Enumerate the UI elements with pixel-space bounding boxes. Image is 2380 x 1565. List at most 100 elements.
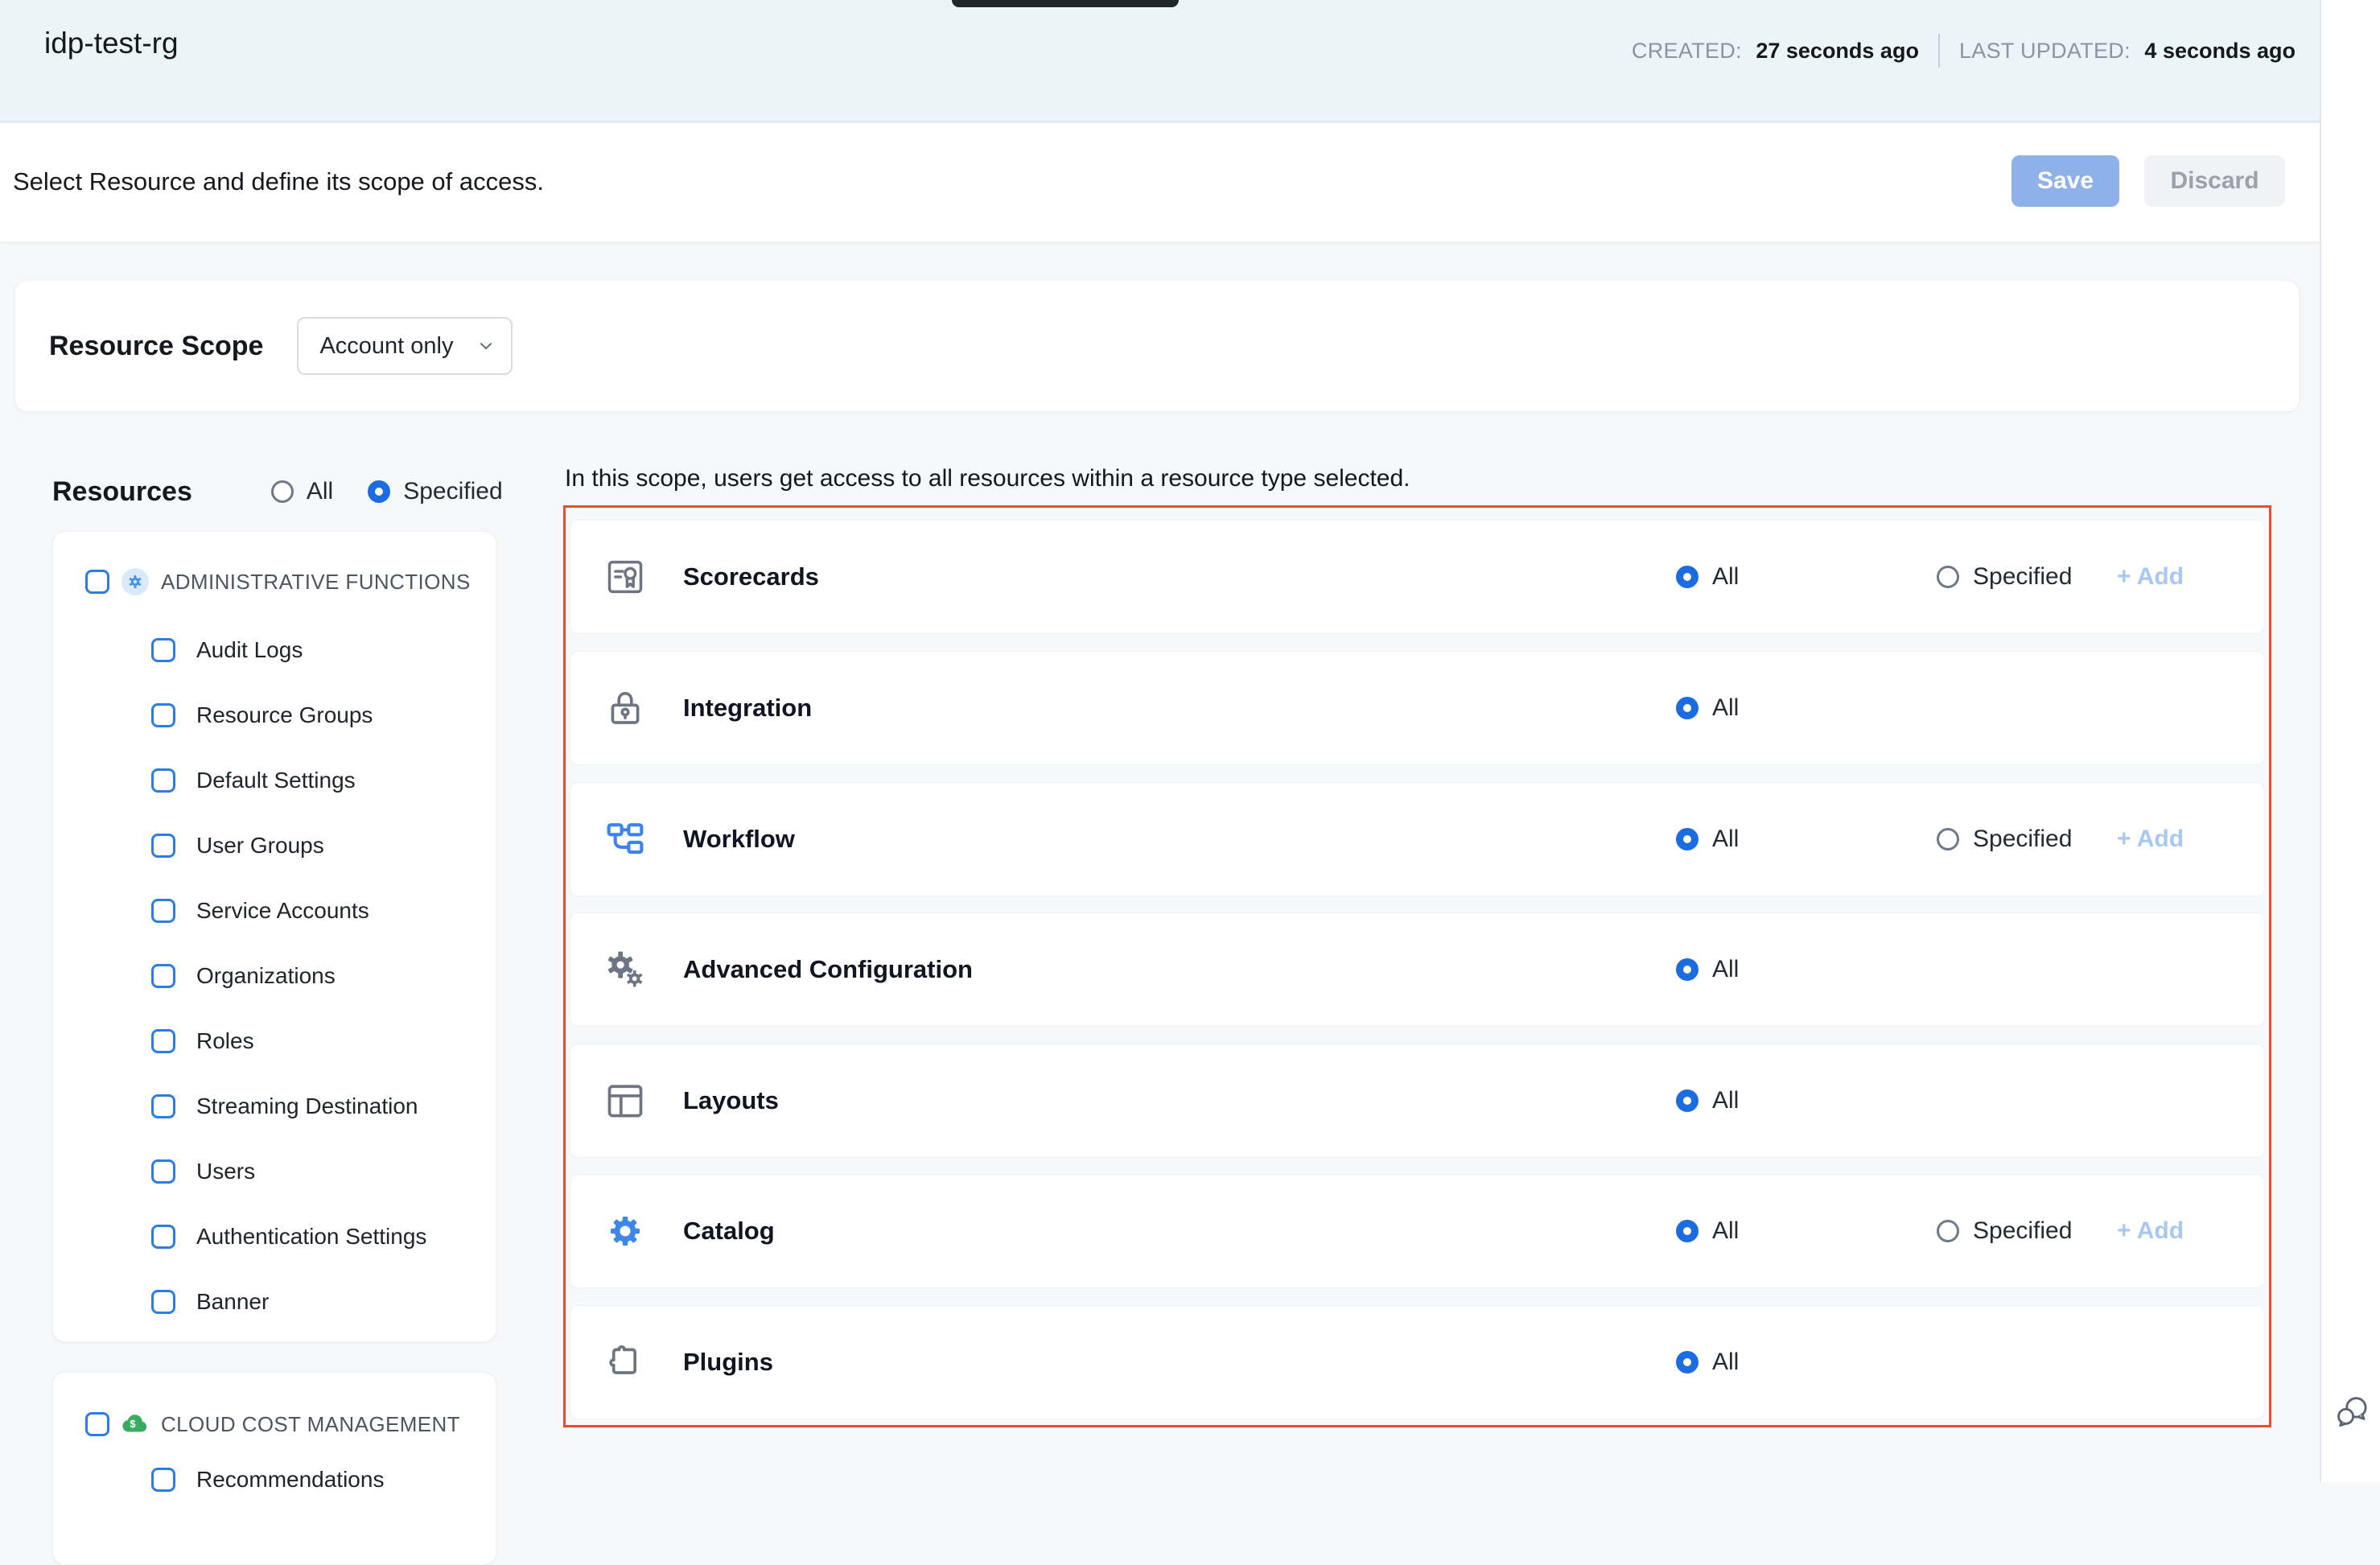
all-radio[interactable] — [1676, 697, 1699, 719]
item-checkbox[interactable] — [151, 768, 175, 793]
scorecard-icon — [604, 556, 646, 598]
tree-item-label: Authentication Settings — [196, 1224, 426, 1250]
resource-name: Workflow — [683, 825, 795, 854]
tree-item-label: Banner — [196, 1289, 269, 1315]
layout-icon — [604, 1080, 646, 1122]
tree-row: Banner — [53, 1269, 496, 1334]
resources-all-radio[interactable] — [271, 480, 294, 503]
item-checkbox[interactable] — [151, 638, 175, 662]
specified-label: Specified — [1973, 563, 2072, 591]
resource-scope-selected: Account only — [319, 333, 453, 360]
workflow-icon — [604, 818, 646, 860]
resource-row-layouts: Layouts All — [570, 1044, 2265, 1158]
all-label: All — [1712, 826, 1739, 853]
resource-scope-card: Resource Scope Account only — [14, 280, 2300, 412]
all-radio[interactable] — [1676, 1089, 1699, 1112]
specified-radio[interactable] — [1937, 566, 1959, 588]
created-value: 27 seconds ago — [1756, 39, 1919, 63]
tree-row: Users — [53, 1139, 496, 1204]
all-radio[interactable] — [1676, 958, 1699, 981]
discard-button[interactable]: Discard — [2144, 155, 2285, 207]
resource-scope-label: Resource Scope — [49, 331, 263, 362]
group-header-cloud-cost: $ CLOUD COST MANAGEMENT — [53, 1398, 496, 1450]
tree-item-label: Resource Groups — [196, 702, 373, 728]
resource-name: Plugins — [683, 1348, 773, 1377]
add-link[interactable]: + Add — [2117, 563, 2184, 591]
add-link[interactable]: + Add — [2117, 1217, 2184, 1245]
item-checkbox[interactable] — [151, 1468, 175, 1492]
resources-specified-label: Specified — [403, 478, 502, 505]
tree-item-label: Default Settings — [196, 768, 356, 793]
tree-item-label: Roles — [196, 1028, 254, 1054]
item-checkbox[interactable] — [151, 964, 175, 988]
resources-all-label: All — [307, 478, 333, 505]
chat-bubbles-icon[interactable] — [2334, 1393, 2371, 1430]
all-radio[interactable] — [1676, 1351, 1699, 1373]
resource-row-integration: Integration All — [570, 651, 2265, 765]
action-bar: Select Resource and define its scope of … — [0, 124, 2380, 241]
action-bar-description: Select Resource and define its scope of … — [13, 167, 544, 196]
group-header-admin-functions: ADMINISTRATIVE FUNCTIONS — [53, 556, 496, 607]
resource-types-panel: Scorecards All Specified + Add Integrati… — [563, 505, 2271, 1427]
item-checkbox[interactable] — [151, 1159, 175, 1184]
tree-row: Resource Groups — [53, 682, 496, 747]
chevron-down-icon — [476, 336, 496, 356]
last-updated-label: LAST UPDATED: — [1959, 39, 2131, 63]
group-label: CLOUD COST MANAGEMENT — [161, 1412, 460, 1437]
page-title: idp-test-rg — [44, 27, 179, 60]
group-label: ADMINISTRATIVE FUNCTIONS — [161, 570, 471, 595]
all-label: All — [1712, 1217, 1739, 1245]
item-checkbox[interactable] — [151, 1029, 175, 1053]
all-label: All — [1712, 1087, 1739, 1114]
gear-badge-icon — [121, 567, 150, 596]
tree-item-label: Service Accounts — [196, 898, 369, 924]
specified-radio[interactable] — [1937, 828, 1959, 850]
all-label: All — [1712, 694, 1739, 722]
resource-name: Integration — [683, 694, 812, 723]
all-radio[interactable] — [1676, 1220, 1699, 1242]
item-checkbox[interactable] — [151, 1094, 175, 1118]
tree-item-label: Streaming Destination — [196, 1093, 418, 1119]
admin-functions-card: ADMINISTRATIVE FUNCTIONS Audit Logs Reso… — [52, 531, 496, 1342]
tree-row: Service Accounts — [53, 878, 496, 943]
cloud-cost-checkbox[interactable] — [85, 1412, 109, 1436]
resources-specified-radio[interactable] — [368, 480, 390, 503]
tree-row: Authentication Settings — [53, 1204, 496, 1269]
resources-title: Resources — [52, 476, 192, 508]
all-radio[interactable] — [1676, 566, 1699, 588]
tree-item-label: Users — [196, 1159, 255, 1184]
item-checkbox[interactable] — [151, 899, 175, 923]
all-label: All — [1712, 956, 1739, 983]
tooltip-remnant — [952, 0, 1179, 7]
resource-name: Catalog — [683, 1217, 775, 1246]
tree-row: Roles — [53, 1008, 496, 1073]
admin-functions-checkbox[interactable] — [85, 570, 109, 594]
meta-info: CREATED: 27 seconds ago LAST UPDATED: 4 … — [1632, 34, 2296, 68]
specified-label: Specified — [1973, 1217, 2072, 1245]
meta-divider — [1938, 34, 1940, 68]
page-header: idp-test-rg CREATED: 27 seconds ago LAST… — [0, 0, 2380, 122]
cloud-cost-card: $ CLOUD COST MANAGEMENT Recommendations — [52, 1372, 496, 1565]
tree-row: User Groups — [53, 813, 496, 878]
item-checkbox[interactable] — [151, 1225, 175, 1249]
plugin-icon — [604, 1341, 646, 1383]
cloud-dollar-icon: $ — [121, 1410, 150, 1439]
resource-row-catalog: Catalog All Specified + Add — [570, 1174, 2265, 1288]
resource-scope-dropdown[interactable]: Account only — [297, 317, 513, 375]
tree-item-label: Recommendations — [196, 1467, 384, 1493]
right-side-strip — [2320, 0, 2380, 1482]
svg-text:$: $ — [130, 1418, 135, 1430]
tree-row: Organizations — [53, 943, 496, 1008]
tree-row: Recommendations — [53, 1447, 496, 1512]
all-radio[interactable] — [1676, 828, 1699, 850]
specified-radio[interactable] — [1937, 1220, 1959, 1242]
gear-icon — [604, 1210, 646, 1252]
add-link[interactable]: + Add — [2117, 826, 2184, 853]
item-checkbox[interactable] — [151, 834, 175, 858]
save-button[interactable]: Save — [2011, 155, 2119, 207]
resource-row-scorecards: Scorecards All Specified + Add — [570, 520, 2265, 634]
tree-row: Streaming Destination — [53, 1073, 496, 1139]
item-checkbox[interactable] — [151, 1290, 175, 1314]
tree-item-label: User Groups — [196, 833, 324, 859]
item-checkbox[interactable] — [151, 703, 175, 727]
